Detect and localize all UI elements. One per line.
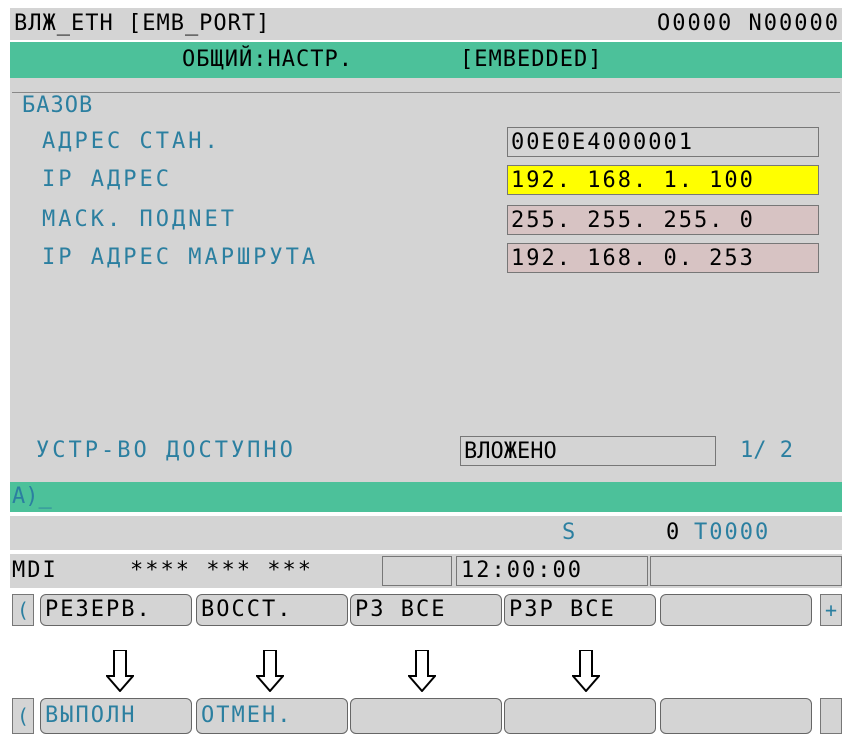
tool-value: T0000 — [694, 520, 771, 545]
input-line[interactable]: A)_ — [10, 482, 842, 512]
field-label-subnet-mask: МАСК. ПОДNET — [42, 207, 237, 232]
mode-indicator: MDI — [12, 558, 58, 583]
field-label-ip-address: IP АДРЕС — [42, 167, 172, 192]
group-title: БАЗОВ — [20, 93, 96, 119]
down-arrow-icon — [256, 650, 284, 692]
softkey-allow-all[interactable]: РЗР ВСЕ — [504, 594, 656, 626]
softkey-cancel[interactable]: ОТМЕН. — [196, 698, 348, 734]
down-arrow-icon — [106, 650, 134, 692]
softkey-backup[interactable]: РЕЗЕРВ. — [40, 594, 192, 626]
softkey-bottom-empty-4[interactable] — [504, 698, 656, 734]
page-indicator: 1/ 2 — [740, 438, 793, 463]
down-arrow-icon — [408, 650, 436, 692]
device-label: УСТР-ВО ДОСТУПНО — [36, 438, 296, 463]
field-label-station-address: АДРЕС СТАН. — [42, 129, 221, 154]
softkey-delete-all[interactable]: РЗ ВСЕ — [350, 594, 502, 626]
softkey-empty-5[interactable] — [660, 594, 812, 626]
status-bar: MDI **** *** *** 12:00:00 — [10, 554, 842, 588]
content-area: БАЗОВ АДРЕС СТАН. 00E0E4000001 IP АДРЕС … — [10, 78, 842, 498]
softkey-bar-bottom: ( ВЫПОЛН ОТМЕН. — [10, 696, 842, 736]
field-value-station-address[interactable]: 00E0E4000001 — [507, 127, 819, 157]
device-value[interactable]: ВЛОЖЕНО — [460, 436, 716, 466]
softkey-bar: ( РЕЗЕРВ. ВОССТ. РЗ ВСЕ РЗР ВСЕ + — [10, 592, 842, 628]
status-stars: **** *** *** — [130, 558, 313, 583]
title-bar: ОБЩИЙ:НАСТР. [EMBEDDED] — [10, 42, 842, 78]
title-right: [EMBEDDED] — [460, 47, 603, 72]
softkey-bottom-end[interactable] — [820, 698, 842, 734]
softkey-bottom-prev-button[interactable]: ( — [12, 698, 34, 734]
base-group: БАЗОВ АДРЕС СТАН. 00E0E4000001 IP АДРЕС … — [12, 92, 840, 493]
softkey-restore[interactable]: ВОССТ. — [196, 594, 348, 626]
softkey-execute[interactable]: ВЫПОЛН — [40, 698, 192, 734]
softkey-bottom-empty-5[interactable] — [660, 698, 812, 734]
header-left: ВЛЖ_ETH [EMB_PORT] — [14, 11, 271, 36]
softkey-prev-button[interactable]: ( — [12, 594, 34, 626]
softkey-plus-button[interactable]: + — [820, 594, 842, 626]
field-value-ip-address[interactable]: 192. 168. 1. 100 — [507, 165, 819, 195]
softkey-bottom-empty-3[interactable] — [350, 698, 502, 734]
title-left: ОБЩИЙ:НАСТР. — [182, 47, 353, 72]
spindle-tool-row: S 0 T0000 — [10, 516, 842, 550]
down-arrows — [0, 650, 852, 692]
cnc-screen: ВЛЖ_ETH [EMB_PORT] O0000 N00000 ОБЩИЙ:НА… — [10, 8, 842, 648]
status-cell-right — [650, 556, 842, 586]
spindle-label: S — [562, 520, 576, 545]
field-label-router-ip: IP АДРЕС МАРШРУТА — [42, 245, 319, 270]
header-right: O0000 N00000 — [657, 11, 840, 36]
status-cell-empty — [382, 556, 452, 586]
spindle-value: 0 — [666, 520, 682, 545]
top-header: ВЛЖ_ETH [EMB_PORT] O0000 N00000 — [10, 8, 842, 40]
clock: 12:00:00 — [456, 556, 648, 586]
field-value-router-ip[interactable]: 192. 168. 0. 253 — [507, 243, 819, 273]
field-value-subnet-mask[interactable]: 255. 255. 255. 0 — [507, 205, 819, 235]
down-arrow-icon — [572, 650, 600, 692]
